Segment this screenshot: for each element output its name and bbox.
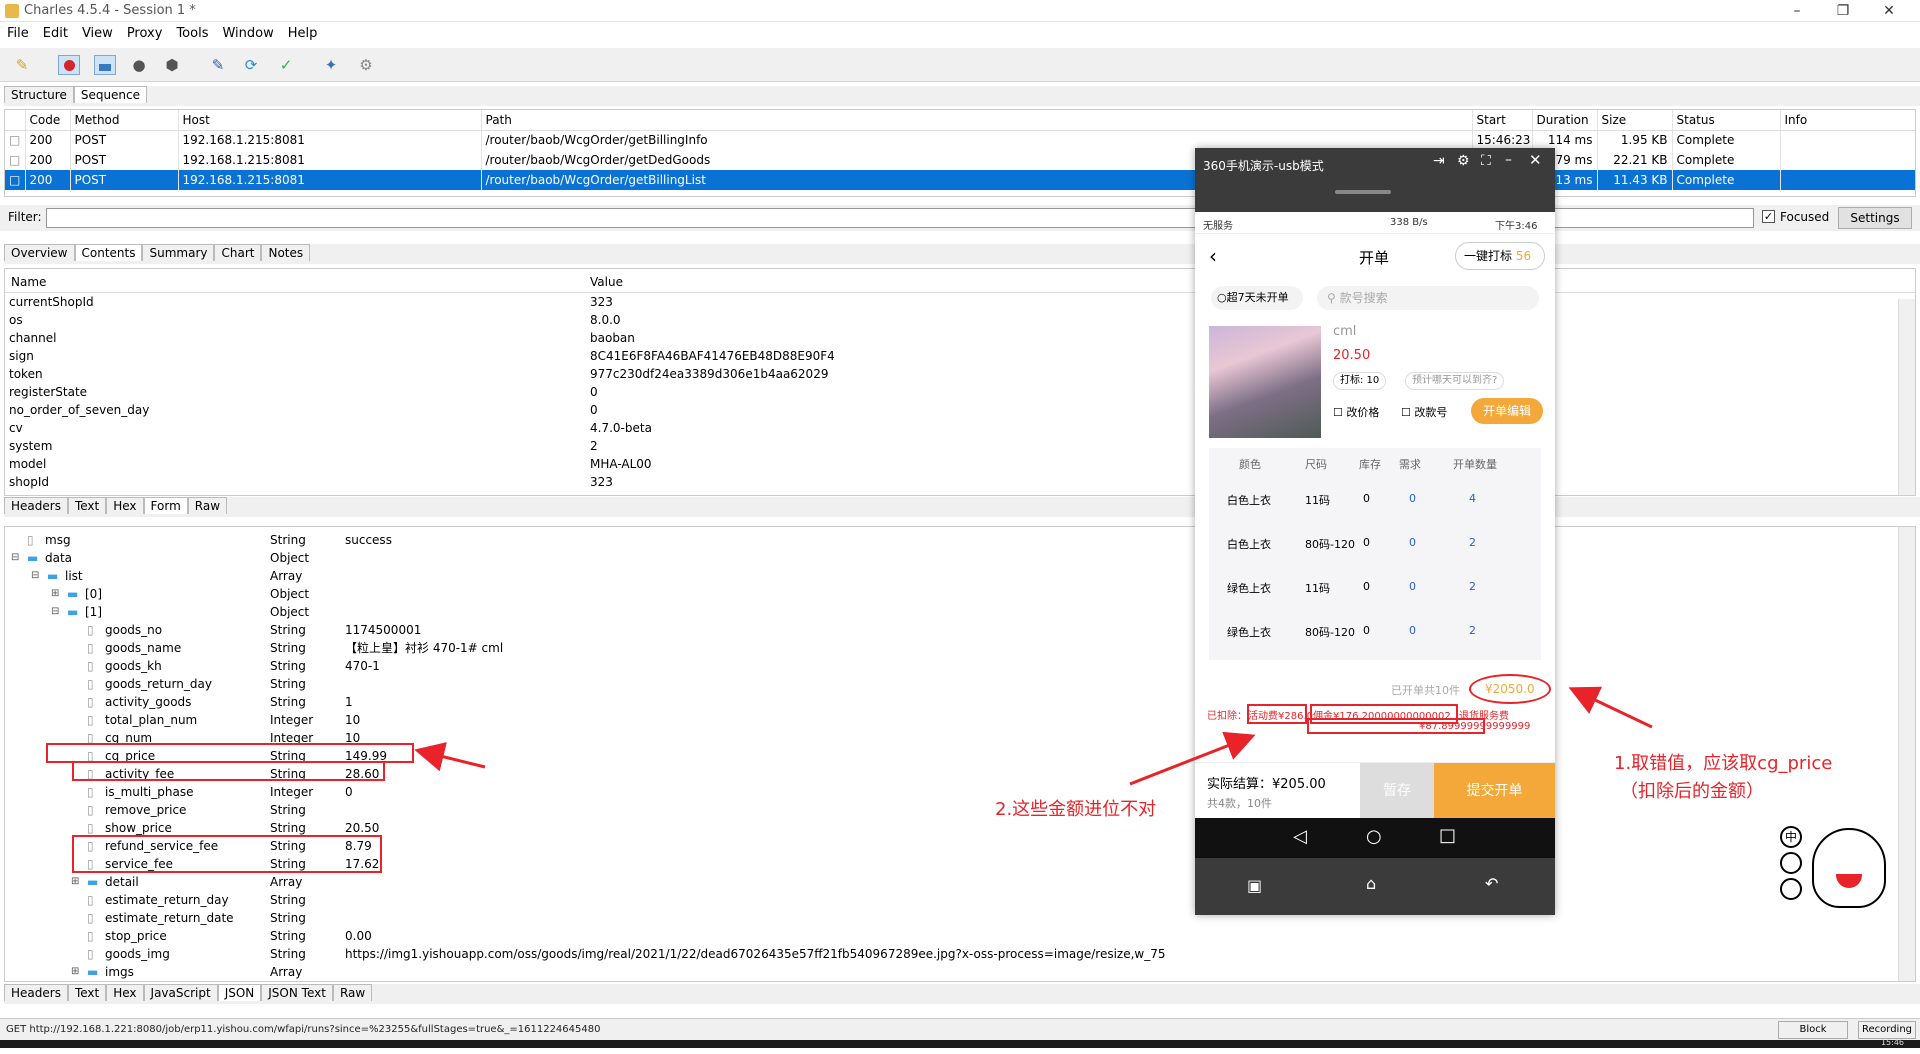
- sticker-badge-icon: [1780, 878, 1802, 900]
- mascot-sticker: [1812, 828, 1886, 908]
- mascot-mouth: [1836, 874, 1862, 888]
- sticker-icons: 中: [1780, 826, 1806, 906]
- annotation-note-1b: （扣除后的金额）: [1620, 781, 1764, 802]
- annotation-note-1: 1.取错值，应该取cg_price: [1614, 753, 1833, 774]
- arrow-to-total: [1568, 686, 1653, 729]
- annotation-note-2: 2.这些金额进位不对: [995, 799, 1157, 820]
- annotation-arrows: [414, 686, 1653, 786]
- sticker-badge-icon: [1780, 852, 1802, 874]
- arrow-to-cg-price: [414, 742, 486, 772]
- sticker-badge-icon: 中: [1780, 826, 1802, 848]
- arrow-to-deductions: [1129, 731, 1256, 786]
